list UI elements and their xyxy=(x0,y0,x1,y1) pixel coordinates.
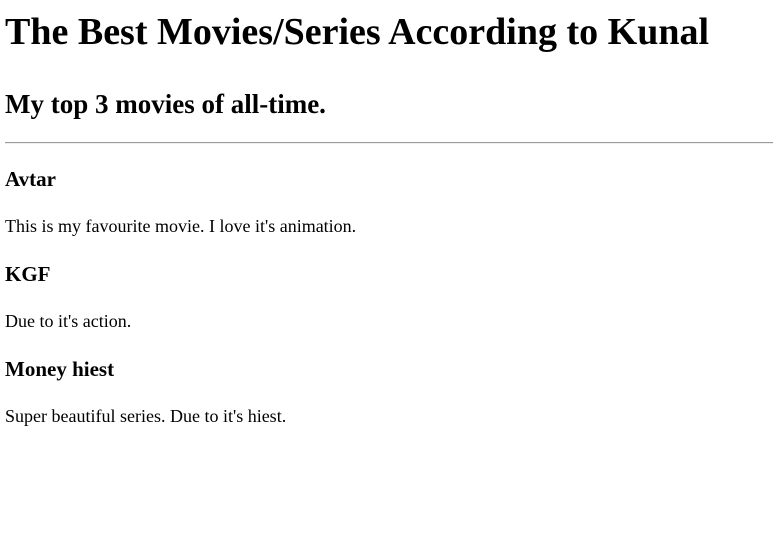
page-content: The Best Movies/Series According to Kuna… xyxy=(0,10,773,426)
page-title: The Best Movies/Series According to Kuna… xyxy=(5,11,710,53)
entry-title: Money hiest xyxy=(5,357,115,381)
entry-item: Money hiest Super beautiful series. Due … xyxy=(5,357,773,426)
entry-description: Super beautiful series. Due to it's hies… xyxy=(5,406,287,426)
entry-title: Avtar xyxy=(5,167,56,191)
entry-description: This is my favourite movie. I love it's … xyxy=(5,216,357,236)
page-subtitle: My top 3 movies of all-time. xyxy=(5,89,326,119)
entry-item: Avtar This is my favourite movie. I love… xyxy=(5,167,773,236)
entry-title: KGF xyxy=(5,262,51,286)
divider xyxy=(5,142,773,144)
entry-item: KGF Due to it's action. xyxy=(5,262,773,331)
entry-description: Due to it's action. xyxy=(5,311,132,331)
